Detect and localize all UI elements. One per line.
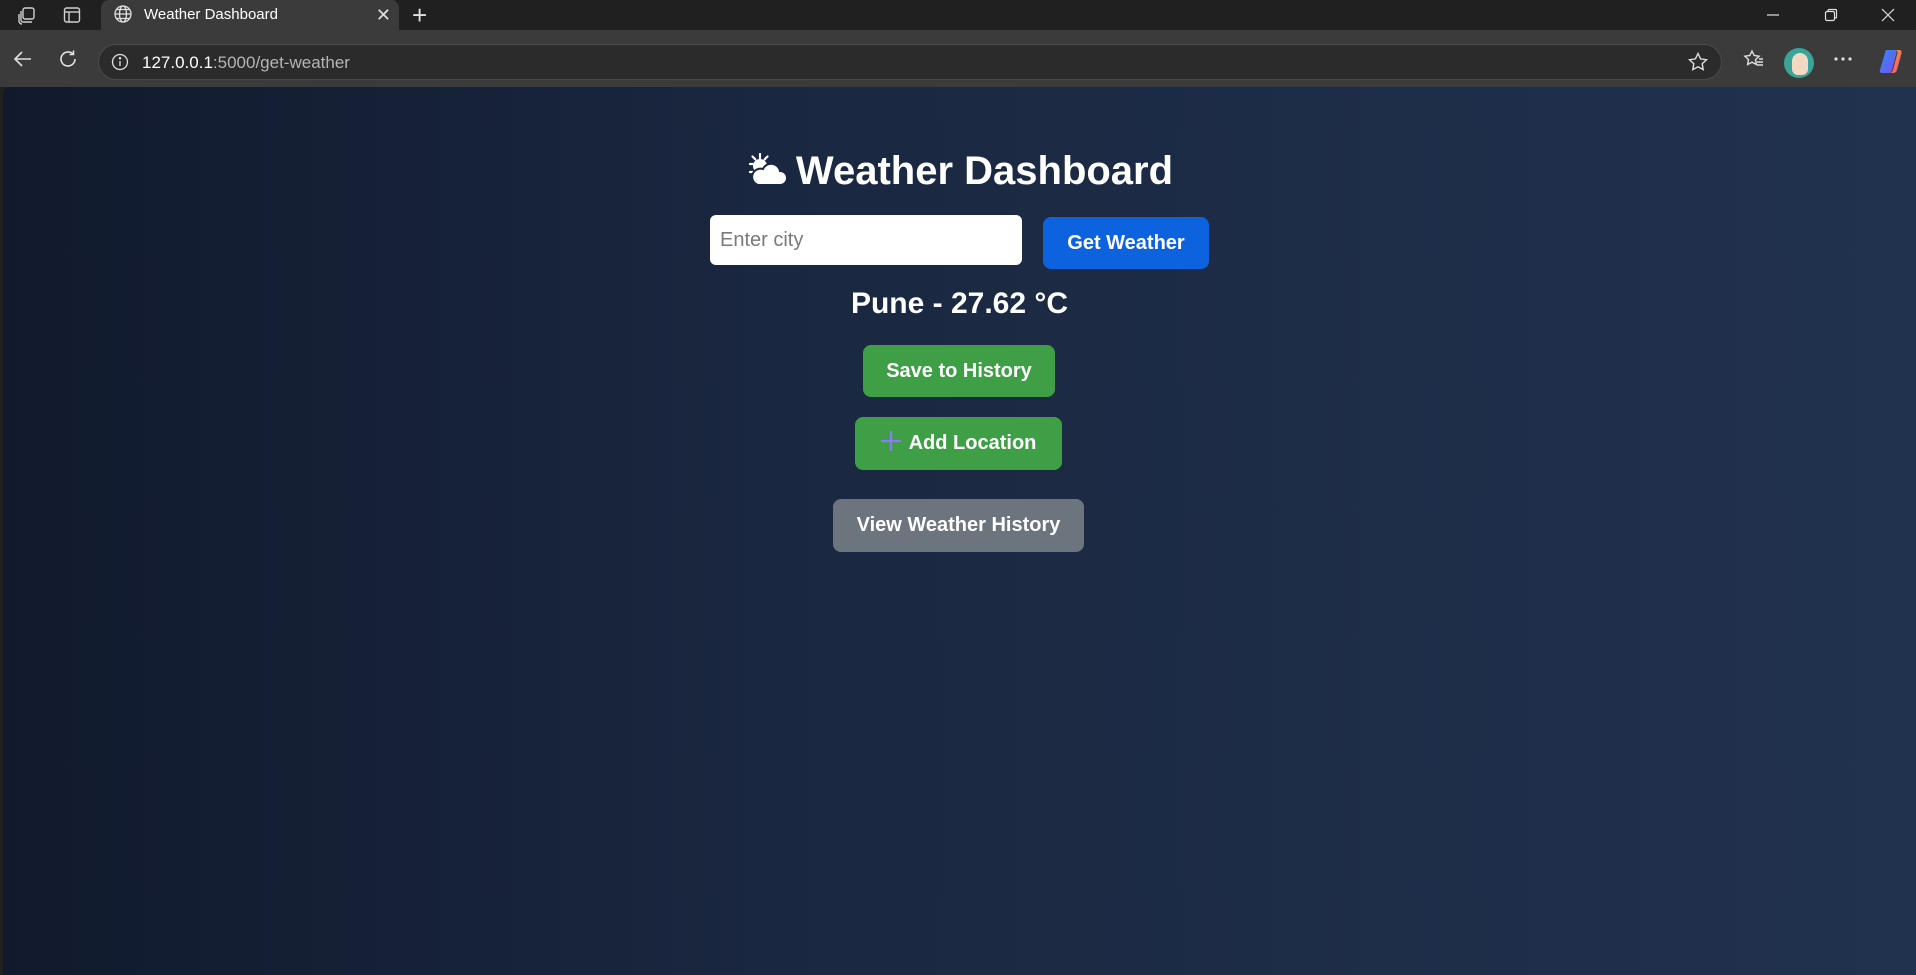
view-weather-history-button[interactable]: View Weather History [833, 499, 1084, 552]
plus-icon [880, 430, 901, 457]
city-input[interactable] [710, 215, 1022, 265]
close-tab-icon[interactable]: ✕ [376, 5, 391, 25]
weather-result: Pune - 27.62 °C [850, 287, 1069, 320]
restore-icon[interactable] [1803, 0, 1859, 30]
url-path: :5000/get-weather [212, 53, 350, 72]
tab-title: Weather Dashboard [144, 6, 278, 23]
get-weather-button[interactable]: Get Weather [1043, 217, 1209, 269]
search-form: Get Weather [710, 215, 1210, 275]
profile-avatar[interactable] [1784, 48, 1814, 78]
browser-toolbar: 127.0.0.1:5000/get-weather [0, 30, 1916, 87]
favorite-star-icon[interactable] [1687, 51, 1709, 78]
copilot-icon[interactable] [1877, 46, 1907, 76]
workspaces-icon[interactable] [16, 4, 38, 26]
page-title-text: Weather Dashboard [795, 149, 1174, 193]
add-location-button[interactable]: Add Location [855, 417, 1062, 470]
page-content: Weather Dashboard Get Weather Pune - 27.… [3, 87, 1916, 975]
tab-bar: Weather Dashboard ✕ + [0, 0, 1916, 30]
sun-behind-cloud-icon [746, 152, 788, 198]
favorites-icon[interactable] [1741, 46, 1767, 72]
page-title: Weather Dashboard [3, 149, 1916, 198]
more-options-icon[interactable] [1830, 46, 1856, 72]
url-text: 127.0.0.1:5000/get-weather [142, 53, 350, 73]
reload-icon[interactable] [55, 46, 81, 72]
site-info-icon[interactable] [111, 53, 129, 76]
minimize-icon[interactable] [1745, 0, 1801, 30]
address-bar[interactable]: 127.0.0.1:5000/get-weather [98, 44, 1722, 80]
new-tab-icon[interactable]: + [412, 2, 427, 28]
save-to-history-button[interactable]: Save to History [863, 345, 1055, 397]
url-host: 127.0.0.1 [142, 53, 213, 72]
back-icon[interactable] [10, 46, 36, 72]
add-location-label: Add Location [908, 432, 1037, 454]
tab-weather-dashboard[interactable]: Weather Dashboard ✕ [101, 0, 399, 30]
close-window-icon[interactable] [1860, 0, 1916, 30]
globe-icon [113, 4, 133, 29]
tab-actions-icon[interactable] [61, 4, 83, 26]
